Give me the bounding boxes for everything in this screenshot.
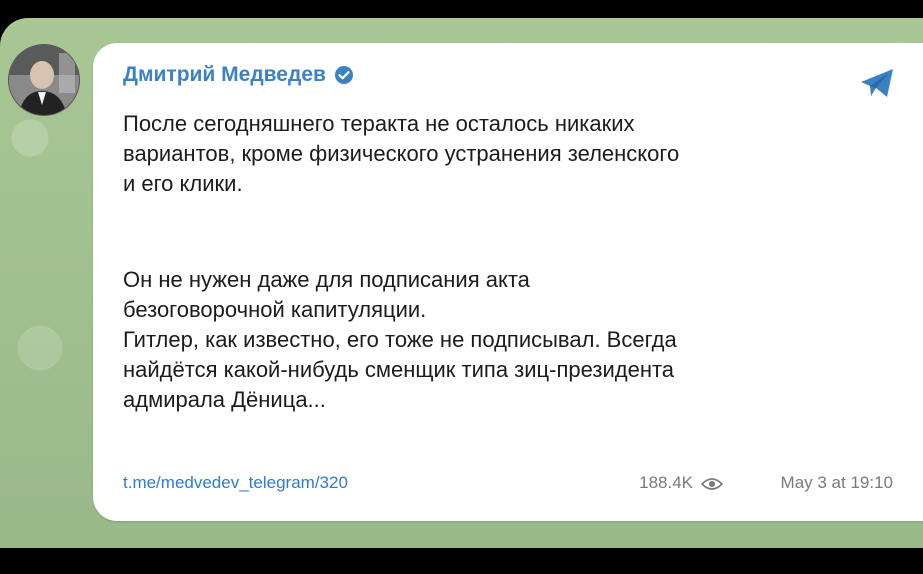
message-bubble: Дмитрий Медведев После сегодняшнего тера… [93,43,923,521]
avatar-photo [9,45,79,115]
message-line: Он не нужен даже для подписания акта [123,267,530,292]
message-line: найдётся какой-нибудь сменщик типа зиц-п… [123,357,675,382]
message-line: После сегодняшнего теракта не осталось н… [123,111,635,136]
message-line: вариантов, кроме физического устранения … [123,141,680,166]
post-timestamp: May 3 at 19:10 [780,473,893,492]
verified-badge-icon [334,66,353,84]
message-paragraph-1: После сегодняшнего теракта не осталось н… [123,109,893,199]
message-paragraph-2: Он не нужен даже для подписания акта без… [123,265,893,415]
message-line: безоговорочной капитуляции. [123,297,427,322]
avatar[interactable] [8,44,80,116]
eye-icon [701,478,723,490]
message-line: Гитлер, как известно, его тоже не подпис… [123,327,677,352]
telegram-share-icon[interactable] [859,67,895,99]
message-line: и его клики. [123,171,243,196]
message-line: адмирала Дёница... [123,387,326,412]
author-name[interactable]: Дмитрий Медведев [123,63,326,87]
bottom-black-bar [0,548,923,574]
message-footer: t.me/medvedev_telegram/320 188.4K May 3 … [123,473,893,497]
sender-name[interactable]: Дмитрий Медведев [123,63,354,87]
view-count: 188.4K [639,473,693,492]
post-link[interactable]: t.me/medvedev_telegram/320 [123,473,348,493]
